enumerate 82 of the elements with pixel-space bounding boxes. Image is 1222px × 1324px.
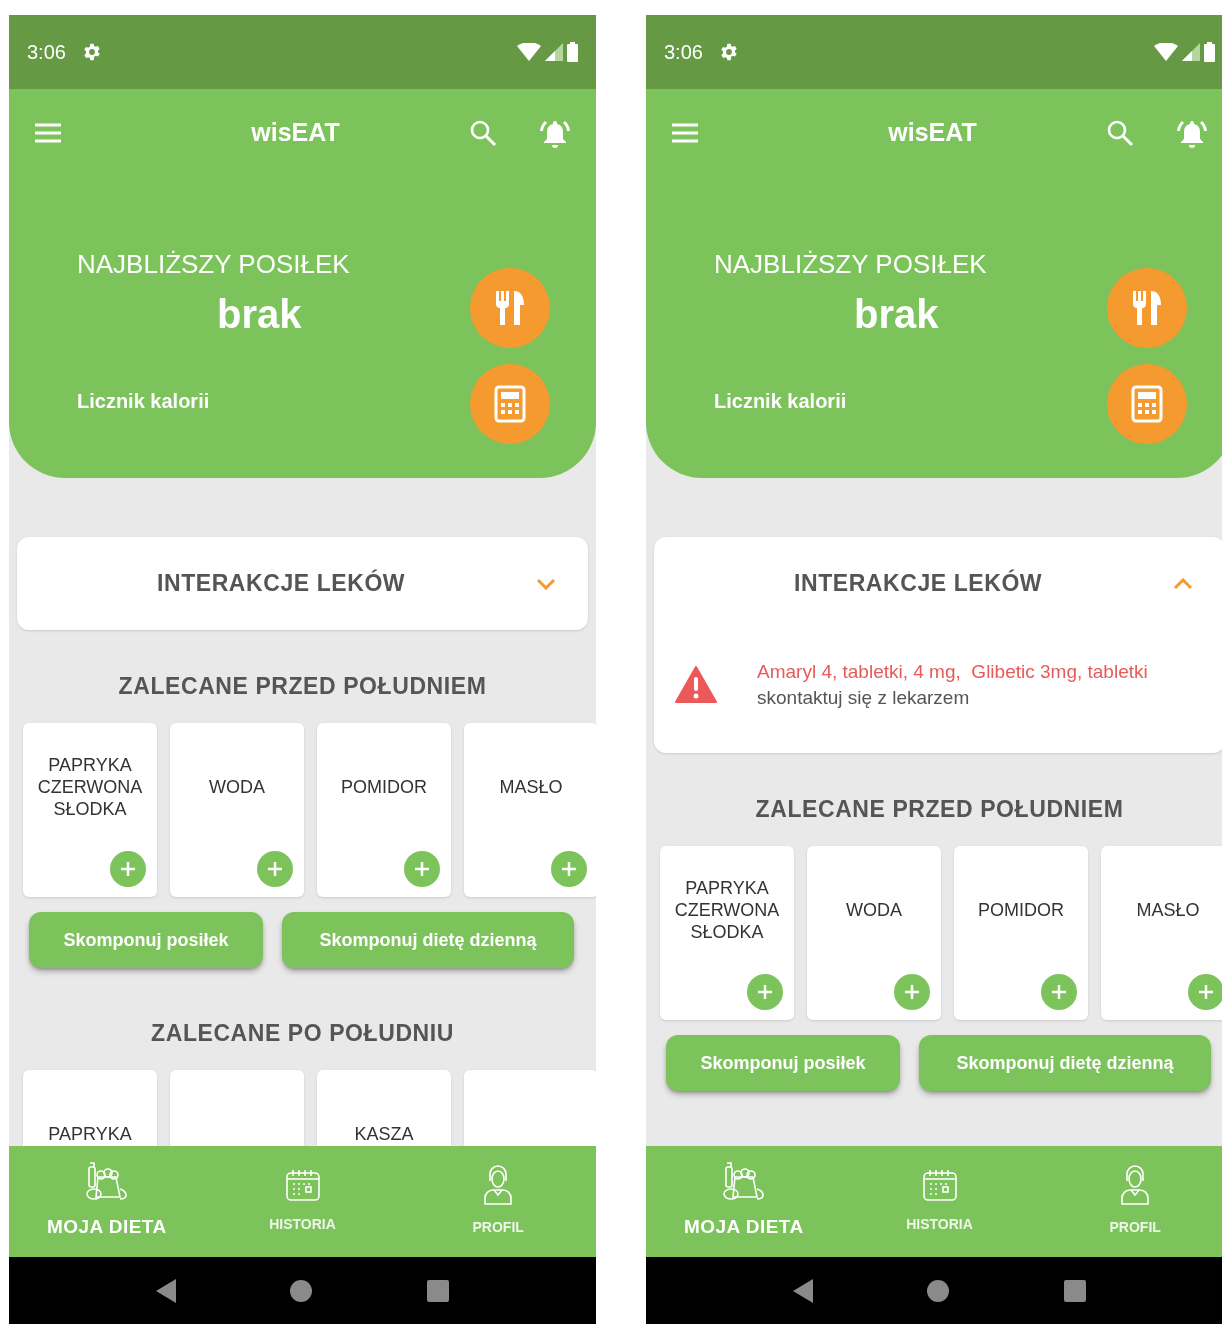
food-name: MASŁO — [1135, 899, 1201, 921]
person-icon — [483, 1165, 514, 1205]
signal-icon — [545, 43, 563, 61]
food-card[interactable]: POMIDOR — [317, 723, 451, 897]
next-meal-label: NAJBLIŻSZY POSIŁEK — [714, 249, 988, 279]
signal-icon — [1182, 43, 1200, 61]
food-card[interactable]: WODA — [807, 846, 941, 1020]
section-title: ZALECANE PRZED POŁUDNIEM — [117, 672, 488, 701]
food-name: MASŁO — [498, 776, 564, 798]
wifi-icon — [1154, 43, 1178, 61]
nav-label: PROFIL — [1109, 1218, 1161, 1237]
next-meal-value: brak — [853, 292, 940, 336]
food-card[interactable]: KASZA — [317, 1070, 451, 1146]
clock-text: 3:06 — [27, 40, 66, 65]
interactions-title: INTERAKCJE LEKÓW — [794, 568, 1044, 599]
food-name: POMIDOR — [340, 776, 428, 798]
add-button[interactable] — [1188, 974, 1222, 1010]
wifi-icon — [517, 43, 541, 61]
menu-icon[interactable] — [34, 122, 62, 144]
section-title: ZALECANE PO POŁUDNIU — [150, 1019, 455, 1048]
food-name: PAPRYKA — [47, 1123, 133, 1145]
nav-label: MOJA DIETA — [683, 1215, 804, 1240]
drug-names: Amaryl 4, tabletki, 4 mg, Glibetic 3mg, tabletki — [757, 660, 1148, 684]
add-button[interactable] — [1041, 974, 1077, 1010]
home-icon[interactable] — [927, 1279, 950, 1302]
back-icon[interactable] — [156, 1278, 177, 1303]
search-icon[interactable] — [1106, 119, 1134, 147]
battery-icon — [567, 42, 578, 62]
nav-label: PROFIL — [472, 1218, 524, 1237]
app-title: wisEAT — [888, 118, 977, 147]
next-meal-label: NAJBLIŻSZY POSIŁEK — [77, 249, 351, 279]
grocery-bag-drawing — [722, 1161, 765, 1202]
back-icon[interactable] — [793, 1278, 814, 1303]
app-title: wisEAT — [251, 118, 340, 147]
cutlery-icon — [495, 289, 525, 327]
settings-icon — [718, 42, 739, 62]
interactions-title: INTERAKCJE LEKÓW — [157, 568, 407, 599]
food-name: PAPRYKA CZERWONA SŁODKA — [673, 877, 781, 943]
add-button[interactable] — [551, 851, 587, 887]
food-card[interactable]: WODA — [170, 723, 304, 897]
person-icon — [1120, 1165, 1151, 1205]
chevron-up-icon[interactable] — [1173, 577, 1193, 590]
add-button[interactable] — [747, 974, 783, 1010]
home-icon[interactable] — [290, 1279, 313, 1302]
food-name: WODA — [845, 899, 903, 921]
warning-icon — [675, 666, 717, 704]
food-card[interactable]: PAPRYKA — [23, 1070, 157, 1146]
recents-icon[interactable] — [1063, 1279, 1086, 1302]
calculator-icon — [494, 385, 526, 423]
settings-icon — [81, 42, 102, 62]
food-card[interactable]: MASŁO — [464, 723, 596, 897]
nav-label: HISTORIA — [906, 1215, 973, 1234]
calorie-counter-label: Licznik kalorii — [714, 389, 848, 414]
add-button[interactable] — [257, 851, 293, 887]
food-card[interactable]: MASŁO — [1101, 846, 1222, 1020]
food-card[interactable]: PAPRYKA CZERWONA SŁODKA — [23, 723, 157, 897]
cutlery-icon — [1132, 289, 1162, 327]
clock-text: 3:06 — [664, 40, 703, 65]
nav-label: HISTORIA — [269, 1215, 336, 1234]
food-name: KASZA — [353, 1123, 415, 1145]
calculator-icon — [1131, 385, 1163, 423]
next-meal-value: brak — [216, 292, 303, 336]
search-icon[interactable] — [469, 119, 497, 147]
advice-text: skontaktuj się z lekarzem — [757, 686, 971, 710]
food-name: PAPRYKA CZERWONA SŁODKA — [36, 754, 144, 820]
recents-icon[interactable] — [426, 1279, 449, 1302]
chevron-down-icon[interactable] — [536, 577, 556, 590]
food-card[interactable]: POMIDOR — [954, 846, 1088, 1020]
nav-label: MOJA DIETA — [46, 1215, 167, 1240]
food-name: WODA — [208, 776, 266, 798]
food-name: POMIDOR — [977, 899, 1065, 921]
add-button[interactable] — [894, 974, 930, 1010]
calorie-counter-label: Licznik kalorii — [77, 389, 211, 414]
add-button[interactable] — [404, 851, 440, 887]
grocery-bag-drawing — [85, 1161, 128, 1202]
add-button[interactable] — [110, 851, 146, 887]
calendar-icon — [921, 1168, 958, 1202]
calendar-icon — [284, 1168, 321, 1202]
section-title: ZALECANE PRZED POŁUDNIEM — [754, 795, 1125, 824]
food-card[interactable]: PAPRYKA CZERWONA SŁODKA — [660, 846, 794, 1020]
menu-icon[interactable] — [671, 122, 699, 144]
battery-icon — [1204, 42, 1215, 62]
